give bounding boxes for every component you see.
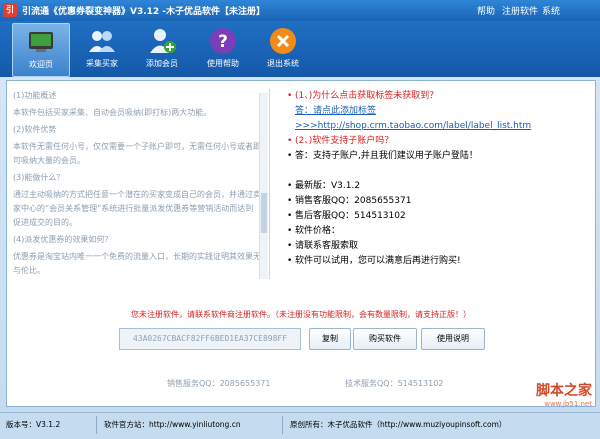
faq-question-2: (2、)软件支持子账户吗？ [287,134,587,149]
label-url-link[interactable]: >>>http://shop.crm.taobao.com/label/labe… [295,121,531,131]
intro-scrollbar[interactable] [259,93,268,279]
faq-answer-2: 答：支持子账户,并且我们建议用子账户登陆！ [287,149,587,164]
faq-question-1: (1、)为什么点击获取标签未获取到？ [287,89,587,104]
status-separator [282,416,283,434]
intro-heading-1: (1)功能概述 [13,91,57,100]
trial-note: 软件可以试用，您可以满意后再进行购买! [287,254,587,269]
monitor-icon [29,32,53,52]
tool-exit-label: 退出系统 [267,59,299,68]
tool-collect-buyers[interactable]: 采集买家 [74,23,130,75]
add-user-icon [150,29,176,53]
sales-qq: 销售客服QQ：2085655371 [287,194,587,209]
status-version: 版本号：V3.1.2 [6,420,61,429]
machine-code-field[interactable]: 43A0267CBACF82FF6BED1EA37CE898FF [119,328,301,350]
tool-help[interactable]: ? 使用帮助 [195,23,251,75]
tool-welcome[interactable]: 欢迎页 [12,23,70,77]
site-watermark: 脚本之家 www.jb51.net [536,380,592,408]
watermark-title: 脚本之家 [536,383,592,399]
title-bar: 引 引流通《优惠券裂变神器》V3.12 -木子优品软件【未注册】 帮助 注册软件… [0,0,600,21]
tool-add-member-label: 添加会员 [146,59,178,68]
register-notice: 您未注册软件，请联系软件商注册软件。（未注册没有功能限制，会有数量限制，请支持正… [131,310,471,319]
intro-paragraph-1: 本软件包括买家采集、自动会员吸纳(即打标)两大功能。 [13,108,212,117]
tool-exit[interactable]: 退出系统 [255,23,311,75]
price-label: 软件价格： [287,224,587,239]
sales-service-qq: 销售服务QQ：2085655371 [167,379,271,388]
faq-answer-1-row: 答：请点此添加标签 [287,104,587,119]
faq-panel: (1、)为什么点击获取标签未获取到？ 答：请点此添加标签 >>>http://s… [287,89,587,289]
buy-software-button[interactable]: 购买软件 [353,328,417,350]
intro-heading-2: (2)软件优势 [13,125,57,134]
tool-help-label: 使用帮助 [207,59,239,68]
users-icon [89,31,115,52]
status-vendor: 原创所有：木子优品软件（http://www.muziyoupinsoft.co… [290,420,507,429]
status-bar: 版本号：V3.1.2 软件官方站：http://www.yinliutong.c… [0,412,600,439]
tool-welcome-label: 欢迎页 [29,60,53,69]
svg-text:?: ? [218,32,228,52]
help-icon: ? [210,28,236,54]
main-panel: (1)功能概述 本软件包括买家采集、自动会员吸纳(即打标)两大功能。 (2)软件… [6,80,596,407]
intro-heading-4: (4)派发优惠券的效果如何？ [13,235,113,244]
status-website: 软件官方站：http://www.yinliutong.cn [104,420,241,429]
watermark-url: www.jb51.net [544,400,592,408]
manual-button[interactable]: 使用说明 [421,328,485,350]
scrollbar-thumb[interactable] [261,193,267,233]
toolbar: 欢迎页 采集买家 添加会员 ? 使用帮助 退出系统 [0,21,600,77]
exit-icon [270,28,296,54]
pane-divider [269,89,270,279]
tech-service-qq: 技术服务QQ：514513102 [345,379,444,388]
faq-url-row: >>>http://shop.crm.taobao.com/label/labe… [287,119,587,134]
menu-system[interactable]: 系统 [542,4,560,17]
intro-heading-3: (3)能做什么？ [13,173,65,182]
tool-collect-label: 采集买家 [86,59,118,68]
price-value: 请联系客服索取 [287,239,587,254]
intro-text: (1)功能概述 本软件包括买家采集、自动会员吸纳(即打标)两大功能。 (2)软件… [7,81,267,281]
app-window: 引 引流通《优惠券裂变神器》V3.12 -木子优品软件【未注册】 帮助 注册软件… [0,0,600,439]
intro-paragraph-2: 本软件无需任何小号，仅仅需要一个子账户即可，无需任何小号或者即可吸纳大量的会员。 [13,142,261,165]
support-qq: 售后客服QQ：514513102 [287,209,587,224]
copy-button[interactable]: 复制 [309,328,351,350]
blank-row [287,164,587,179]
intro-paragraph-4: 优惠券是淘宝站内唯一一个免费的流量入口，长期的实践证明其效果无与伦比。 [13,252,261,275]
latest-version: 最新版：V3.1.2 [287,179,587,194]
window-title: 引流通《优惠券裂变神器》V3.12 -木子优品软件【未注册】 [22,7,266,17]
status-separator [96,416,97,434]
menu-help[interactable]: 帮助 [477,4,495,17]
app-logo-icon: 引 [3,3,17,17]
intro-paragraph-3: 通过主动吸纳的方式把任意一个潜在的买家变成自己的会员，并通过卖家中心的“会员关系… [13,190,261,227]
add-label-link[interactable]: 答：请点此添加标签 [295,106,376,116]
tool-add-member[interactable]: 添加会员 [134,23,190,75]
menu-register[interactable]: 注册软件 [502,4,538,17]
